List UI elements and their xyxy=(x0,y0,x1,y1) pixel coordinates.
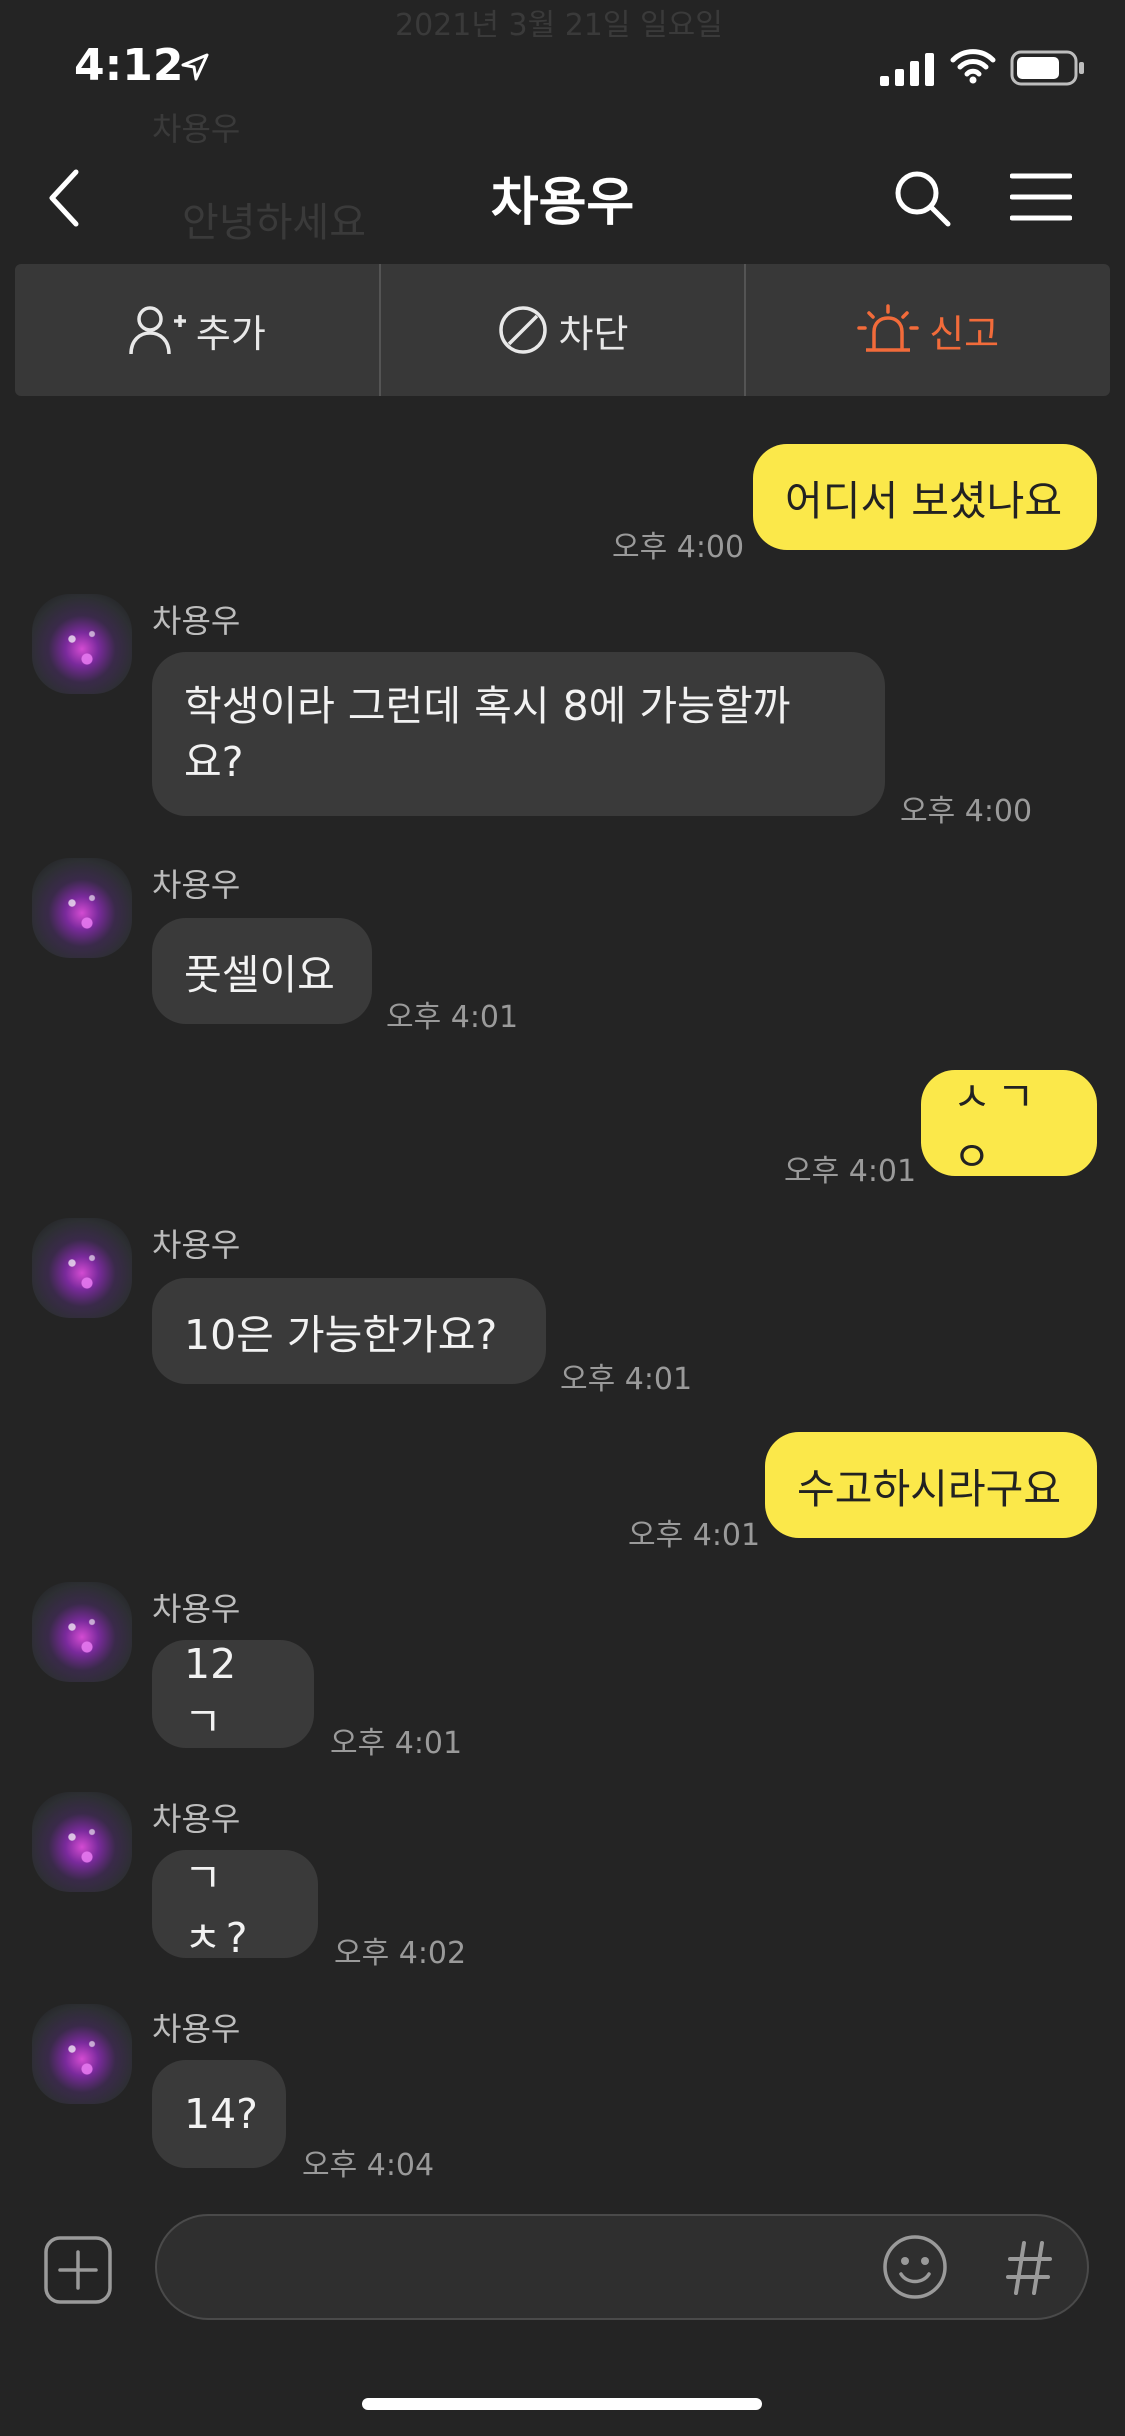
attach-plus-icon[interactable] xyxy=(44,2236,112,2304)
message-time: 오후 4:00 xyxy=(900,794,1033,829)
message-bubble-incoming[interactable]: ㄱㅊ? xyxy=(152,1850,318,1962)
avatar[interactable] xyxy=(32,1582,132,1682)
avatar[interactable] xyxy=(32,1792,132,1892)
avatar[interactable] xyxy=(32,2004,132,2104)
ghost-date: 2021년 3월 21일 일요일 xyxy=(395,8,723,43)
home-indicator xyxy=(362,2398,762,2410)
message-bubble-outgoing[interactable]: 어디서 보셨나요 xyxy=(753,444,1097,550)
sender-name: 차용우 xyxy=(152,866,241,904)
report-button[interactable]: 신고 xyxy=(744,264,1110,396)
message-bubble-incoming[interactable]: 12 ㄱ xyxy=(152,1640,314,1748)
block-button[interactable]: 차단 xyxy=(378,264,745,396)
location-arrow-icon xyxy=(181,53,209,81)
message-line: 요? xyxy=(184,738,244,786)
message-time: 오후 4:01 xyxy=(386,1000,519,1035)
message-input[interactable] xyxy=(155,2214,1089,2320)
avatar[interactable] xyxy=(32,594,132,694)
message-bubble-incoming[interactable]: 14? xyxy=(152,2060,286,2168)
emoticon-icon[interactable] xyxy=(882,2234,948,2300)
sender-name: 차용우 xyxy=(152,2010,241,2048)
ghost-name: 차용우 xyxy=(152,110,241,148)
message-time: 오후 4:01 xyxy=(330,1726,463,1761)
avatar[interactable] xyxy=(32,858,132,958)
status-time: 4:12 xyxy=(74,40,184,91)
chat-title: 차용우 xyxy=(490,173,635,233)
sender-name: 차용우 xyxy=(152,1800,241,1838)
message-bubble-incoming[interactable]: 풋셀이요 xyxy=(152,918,372,1024)
sender-name: 차용우 xyxy=(152,602,241,640)
siren-icon xyxy=(857,304,919,352)
message-bubble-incoming[interactable]: 학생이라 그런데 혹시 8에 가능할까 요? xyxy=(152,652,885,816)
battery-icon xyxy=(1010,50,1084,86)
wifi-icon xyxy=(950,49,996,84)
message-bubble-outgoing[interactable]: ㅅㄱㅇ xyxy=(921,1070,1097,1181)
add-friend-button[interactable]: 추가 xyxy=(15,264,379,396)
report-label: 신고 xyxy=(929,311,1000,356)
menu-icon[interactable] xyxy=(1010,172,1072,222)
search-icon[interactable] xyxy=(892,168,952,228)
message-time: 오후 4:01 xyxy=(560,1362,693,1397)
action-bar: 추가 차단 신고 xyxy=(15,264,1110,396)
sender-name: 차용우 xyxy=(152,1226,241,1264)
message-time: 오후 4:01 xyxy=(628,1518,761,1553)
block-icon xyxy=(498,306,547,354)
message-time: 오후 4:01 xyxy=(784,1154,917,1189)
message-bubble-outgoing[interactable]: 수고하시라구요 xyxy=(765,1432,1097,1538)
message-bubble-incoming[interactable]: 10은 가능한가요? xyxy=(152,1278,546,1384)
message-time: 오후 4:00 xyxy=(612,530,745,565)
add-friend-icon xyxy=(129,306,186,355)
signal-icon xyxy=(880,53,934,86)
message-time: 오후 4:04 xyxy=(302,2148,435,2183)
message-line: 학생이라 그런데 혹시 8에 가능할까 xyxy=(184,682,791,730)
avatar[interactable] xyxy=(32,1218,132,1318)
sender-name: 차용우 xyxy=(152,1590,241,1628)
add-label: 추가 xyxy=(195,311,266,356)
block-label: 차단 xyxy=(558,311,629,356)
message-time: 오후 4:02 xyxy=(334,1936,467,1971)
hashtag-icon[interactable] xyxy=(1006,2240,1052,2296)
